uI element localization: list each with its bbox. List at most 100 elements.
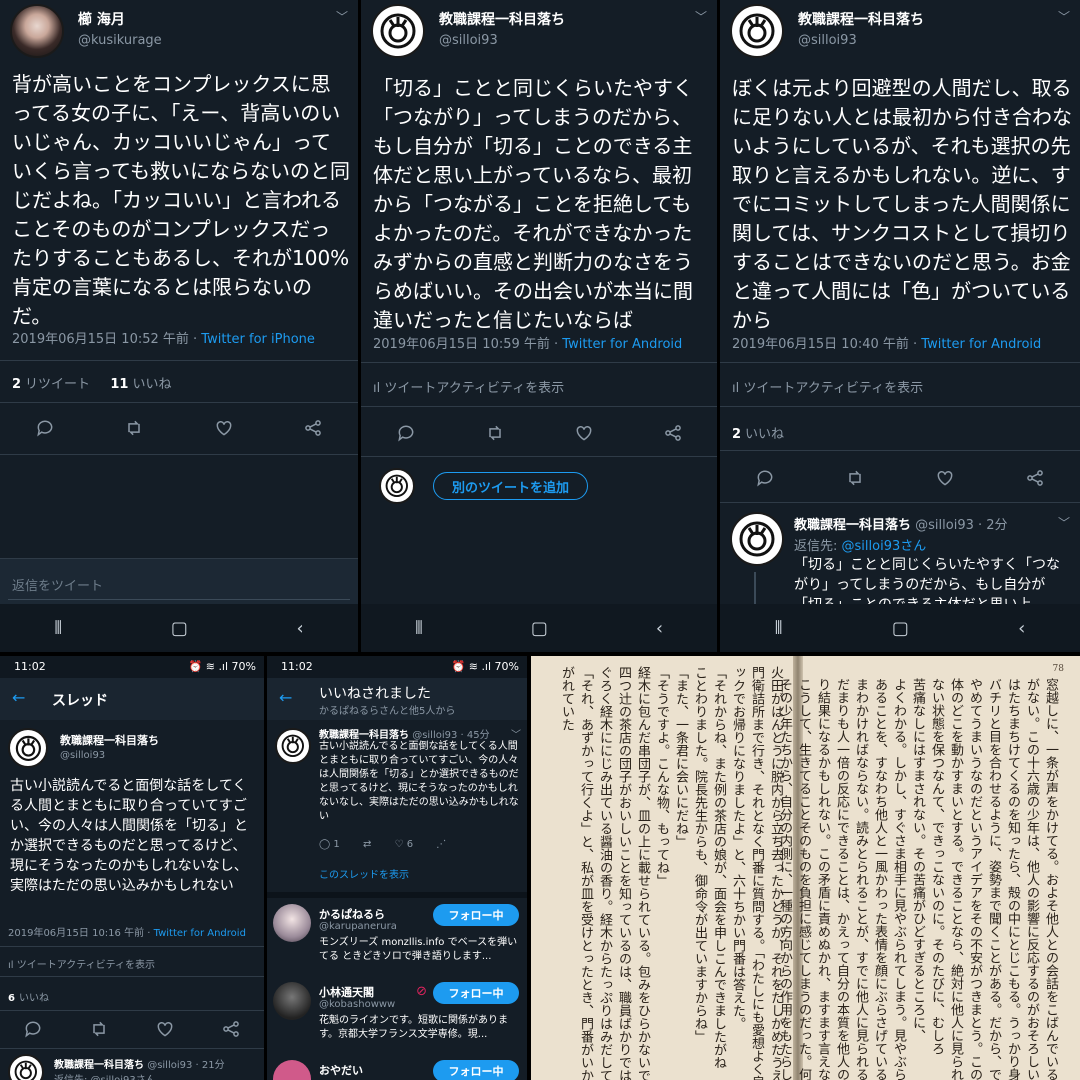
avatar[interactable] bbox=[273, 1060, 311, 1080]
add-tweet-button[interactable]: 別のツイートを追加 bbox=[433, 472, 588, 500]
avatar[interactable] bbox=[371, 4, 425, 58]
author-handle[interactable]: @silloi93 bbox=[798, 33, 857, 48]
user-row[interactable]: 小林通天閣 @kobashowww ⊘ フォロー中 花魁のライオンです。短歌に関… bbox=[267, 980, 527, 1052]
user-row[interactable]: おやだい フォロー中 bbox=[267, 1056, 527, 1080]
book-left-text: 火田がはんとうに脱内から立ち去ったかどうか、それをたしかめたうえで 門衛詰所まで行… bbox=[557, 666, 785, 1080]
reply-icon[interactable] bbox=[21, 1017, 45, 1041]
share-icon[interactable]: ⋰ bbox=[436, 839, 446, 850]
avatar[interactable] bbox=[10, 4, 64, 58]
retweet-icon[interactable] bbox=[122, 416, 146, 440]
chevron-down-icon[interactable]: ﹀ bbox=[1058, 514, 1070, 531]
avatar[interactable] bbox=[273, 904, 311, 942]
user-row[interactable]: かるぱねるら @karupanerura フォロー中 モンズリーズ monzll… bbox=[267, 902, 527, 978]
back-arrow-icon[interactable]: ← bbox=[279, 688, 292, 707]
like-icon[interactable] bbox=[212, 416, 236, 440]
reply-to-link[interactable]: @silloi93さん bbox=[842, 539, 927, 554]
tweet-source-link[interactable]: Twitter for Android bbox=[154, 928, 246, 939]
retweet-icon[interactable] bbox=[87, 1017, 111, 1041]
reply-icon[interactable]: ◯ bbox=[319, 839, 330, 850]
share-icon[interactable] bbox=[219, 1017, 243, 1041]
tweet-activity-link[interactable]: ıl ツイートアクティビティを表示 bbox=[373, 377, 564, 396]
tweet-source-link[interactable]: Twitter for Android bbox=[921, 337, 1041, 352]
home-icon[interactable]: ▢ bbox=[892, 618, 909, 639]
activity-label: ツイートアクティビティを表示 bbox=[384, 381, 565, 396]
show-thread-link[interactable]: このスレッドを表示 bbox=[319, 866, 409, 881]
recent-apps-icon[interactable]: ⦀ bbox=[775, 618, 783, 639]
divider bbox=[0, 976, 264, 977]
chevron-down-icon[interactable]: ﹀ bbox=[1058, 8, 1070, 25]
back-icon[interactable]: ‹ bbox=[296, 618, 303, 639]
tweet-panel-silloi93-b: 教職課程一科目落ち @silloi93 ﹀ ぼくは元より回避型の人間だし、取るに… bbox=[720, 0, 1080, 652]
avatar[interactable] bbox=[275, 728, 311, 764]
tweet-activity-link[interactable]: ıl ツイートアクティビティを表示 bbox=[732, 377, 923, 396]
retweet-icon[interactable] bbox=[483, 421, 507, 445]
reply-author-name: 教職課程一科目落ち bbox=[54, 1060, 144, 1071]
reply-text: 「切る」ことと同じくらいたやすく「つながり」ってしまうのだから、もし自分が「切る… bbox=[794, 557, 1060, 604]
user-handle: @kobashowww bbox=[319, 999, 396, 1010]
author-handle[interactable]: @silloi93 bbox=[60, 750, 105, 761]
back-arrow-icon[interactable]: ← bbox=[12, 688, 25, 707]
back-icon[interactable]: ‹ bbox=[656, 618, 663, 639]
tweet-activity-link[interactable]: ıl ツイートアクティビティを表示 bbox=[8, 956, 155, 971]
avatar[interactable] bbox=[730, 4, 784, 58]
retweet-icon[interactable] bbox=[843, 466, 867, 490]
author-name[interactable]: 教職課程一科目落ち bbox=[798, 9, 924, 29]
divider bbox=[720, 362, 1080, 363]
following-button[interactable]: フォロー中 bbox=[433, 982, 519, 1004]
tweet-source-link[interactable]: Twitter for iPhone bbox=[201, 332, 315, 347]
like-icon[interactable] bbox=[572, 421, 596, 445]
retweet-label[interactable]: リツイート bbox=[25, 377, 90, 392]
reply-author[interactable]: 教職課程一科目落ち @silloi93 · 2分 bbox=[794, 514, 1008, 533]
avatar[interactable] bbox=[8, 728, 48, 768]
author-handle[interactable]: @silloi93 bbox=[439, 33, 498, 48]
home-icon[interactable]: ▢ bbox=[171, 618, 188, 639]
reply-icon[interactable] bbox=[394, 421, 418, 445]
clock: 11:02 bbox=[281, 660, 313, 673]
author-name[interactable]: 教職課程一科目落ち bbox=[439, 9, 565, 29]
tweet-panel-silloi93-a: 教職課程一科目落ち @silloi93 ﹀ 「切る」ことと同じくらいたやすく「つ… bbox=[361, 0, 717, 652]
share-icon[interactable] bbox=[301, 416, 325, 440]
author-name[interactable]: 櫛 海月 bbox=[78, 9, 125, 29]
home-icon[interactable]: ▢ bbox=[531, 618, 548, 639]
back-icon[interactable]: ‹ bbox=[1018, 618, 1025, 639]
like-label[interactable]: いいね bbox=[19, 993, 49, 1004]
logo-icon bbox=[739, 13, 775, 49]
following-button[interactable]: フォロー中 bbox=[433, 904, 519, 926]
tweet-stats: 2 いいね bbox=[732, 423, 784, 442]
android-nav-bar: ⦀ ▢ ‹ bbox=[0, 604, 358, 652]
reply-composer[interactable]: 返信をツイート bbox=[0, 558, 358, 604]
like-label[interactable]: いいね bbox=[745, 427, 784, 442]
like-icon[interactable] bbox=[153, 1017, 177, 1041]
tweet-mini-actions: ◯ 1 ⇄ ♡ 6 ⋰ bbox=[319, 839, 446, 850]
user-name[interactable]: おやだい bbox=[319, 1062, 363, 1078]
chevron-down-icon[interactable]: ﹀ bbox=[336, 8, 348, 25]
tweet-source-link[interactable]: Twitter for Android bbox=[562, 337, 682, 352]
author-handle[interactable]: @kusikurage bbox=[78, 33, 162, 48]
tweet-author[interactable]: 教職課程一科目落ち @silloi93 · 45分 bbox=[319, 726, 490, 741]
chevron-down-icon[interactable]: ﹀ bbox=[695, 8, 707, 25]
share-icon[interactable] bbox=[661, 421, 685, 445]
user-name[interactable]: かるぱねるら bbox=[319, 906, 385, 922]
share-icon[interactable] bbox=[1023, 466, 1047, 490]
avatar[interactable] bbox=[730, 512, 784, 566]
author-name[interactable]: 教職課程一科目落ち bbox=[60, 732, 159, 748]
book-line: やめてうまいうなのだというアイデアをその不安がつきまとう。このさわがしい集団の中… bbox=[967, 678, 982, 1080]
like-icon[interactable] bbox=[933, 466, 957, 490]
reply-icon[interactable] bbox=[753, 466, 777, 490]
reply-to: 返信先: @silloi93さん bbox=[794, 535, 926, 554]
retweet-icon[interactable]: ⇄ bbox=[363, 839, 371, 850]
recent-apps-icon[interactable]: ⦀ bbox=[54, 618, 62, 639]
recent-apps-icon[interactable]: ⦀ bbox=[415, 618, 423, 639]
avatar[interactable] bbox=[273, 982, 311, 1020]
reply-author[interactable]: 教職課程一科目落ち @silloi93 · 21分 bbox=[54, 1056, 225, 1071]
reply-to[interactable]: 返信先: @silloi93さん bbox=[54, 1071, 156, 1080]
following-button[interactable]: フォロー中 bbox=[433, 1060, 519, 1080]
status-bar: 11:02 ⏰ ≋ .ıl 70% bbox=[0, 656, 264, 678]
chevron-down-icon[interactable]: ﹀ bbox=[511, 726, 521, 741]
user-name[interactable]: 小林通天閣 bbox=[319, 984, 374, 1000]
like-label[interactable]: いいね bbox=[132, 377, 171, 392]
like-icon[interactable]: ♡ bbox=[395, 839, 404, 850]
avatar[interactable] bbox=[8, 1054, 44, 1080]
reply-icon[interactable] bbox=[33, 416, 57, 440]
timestamp-text: 2019年06月15日 10:16 午前 · bbox=[8, 928, 154, 939]
